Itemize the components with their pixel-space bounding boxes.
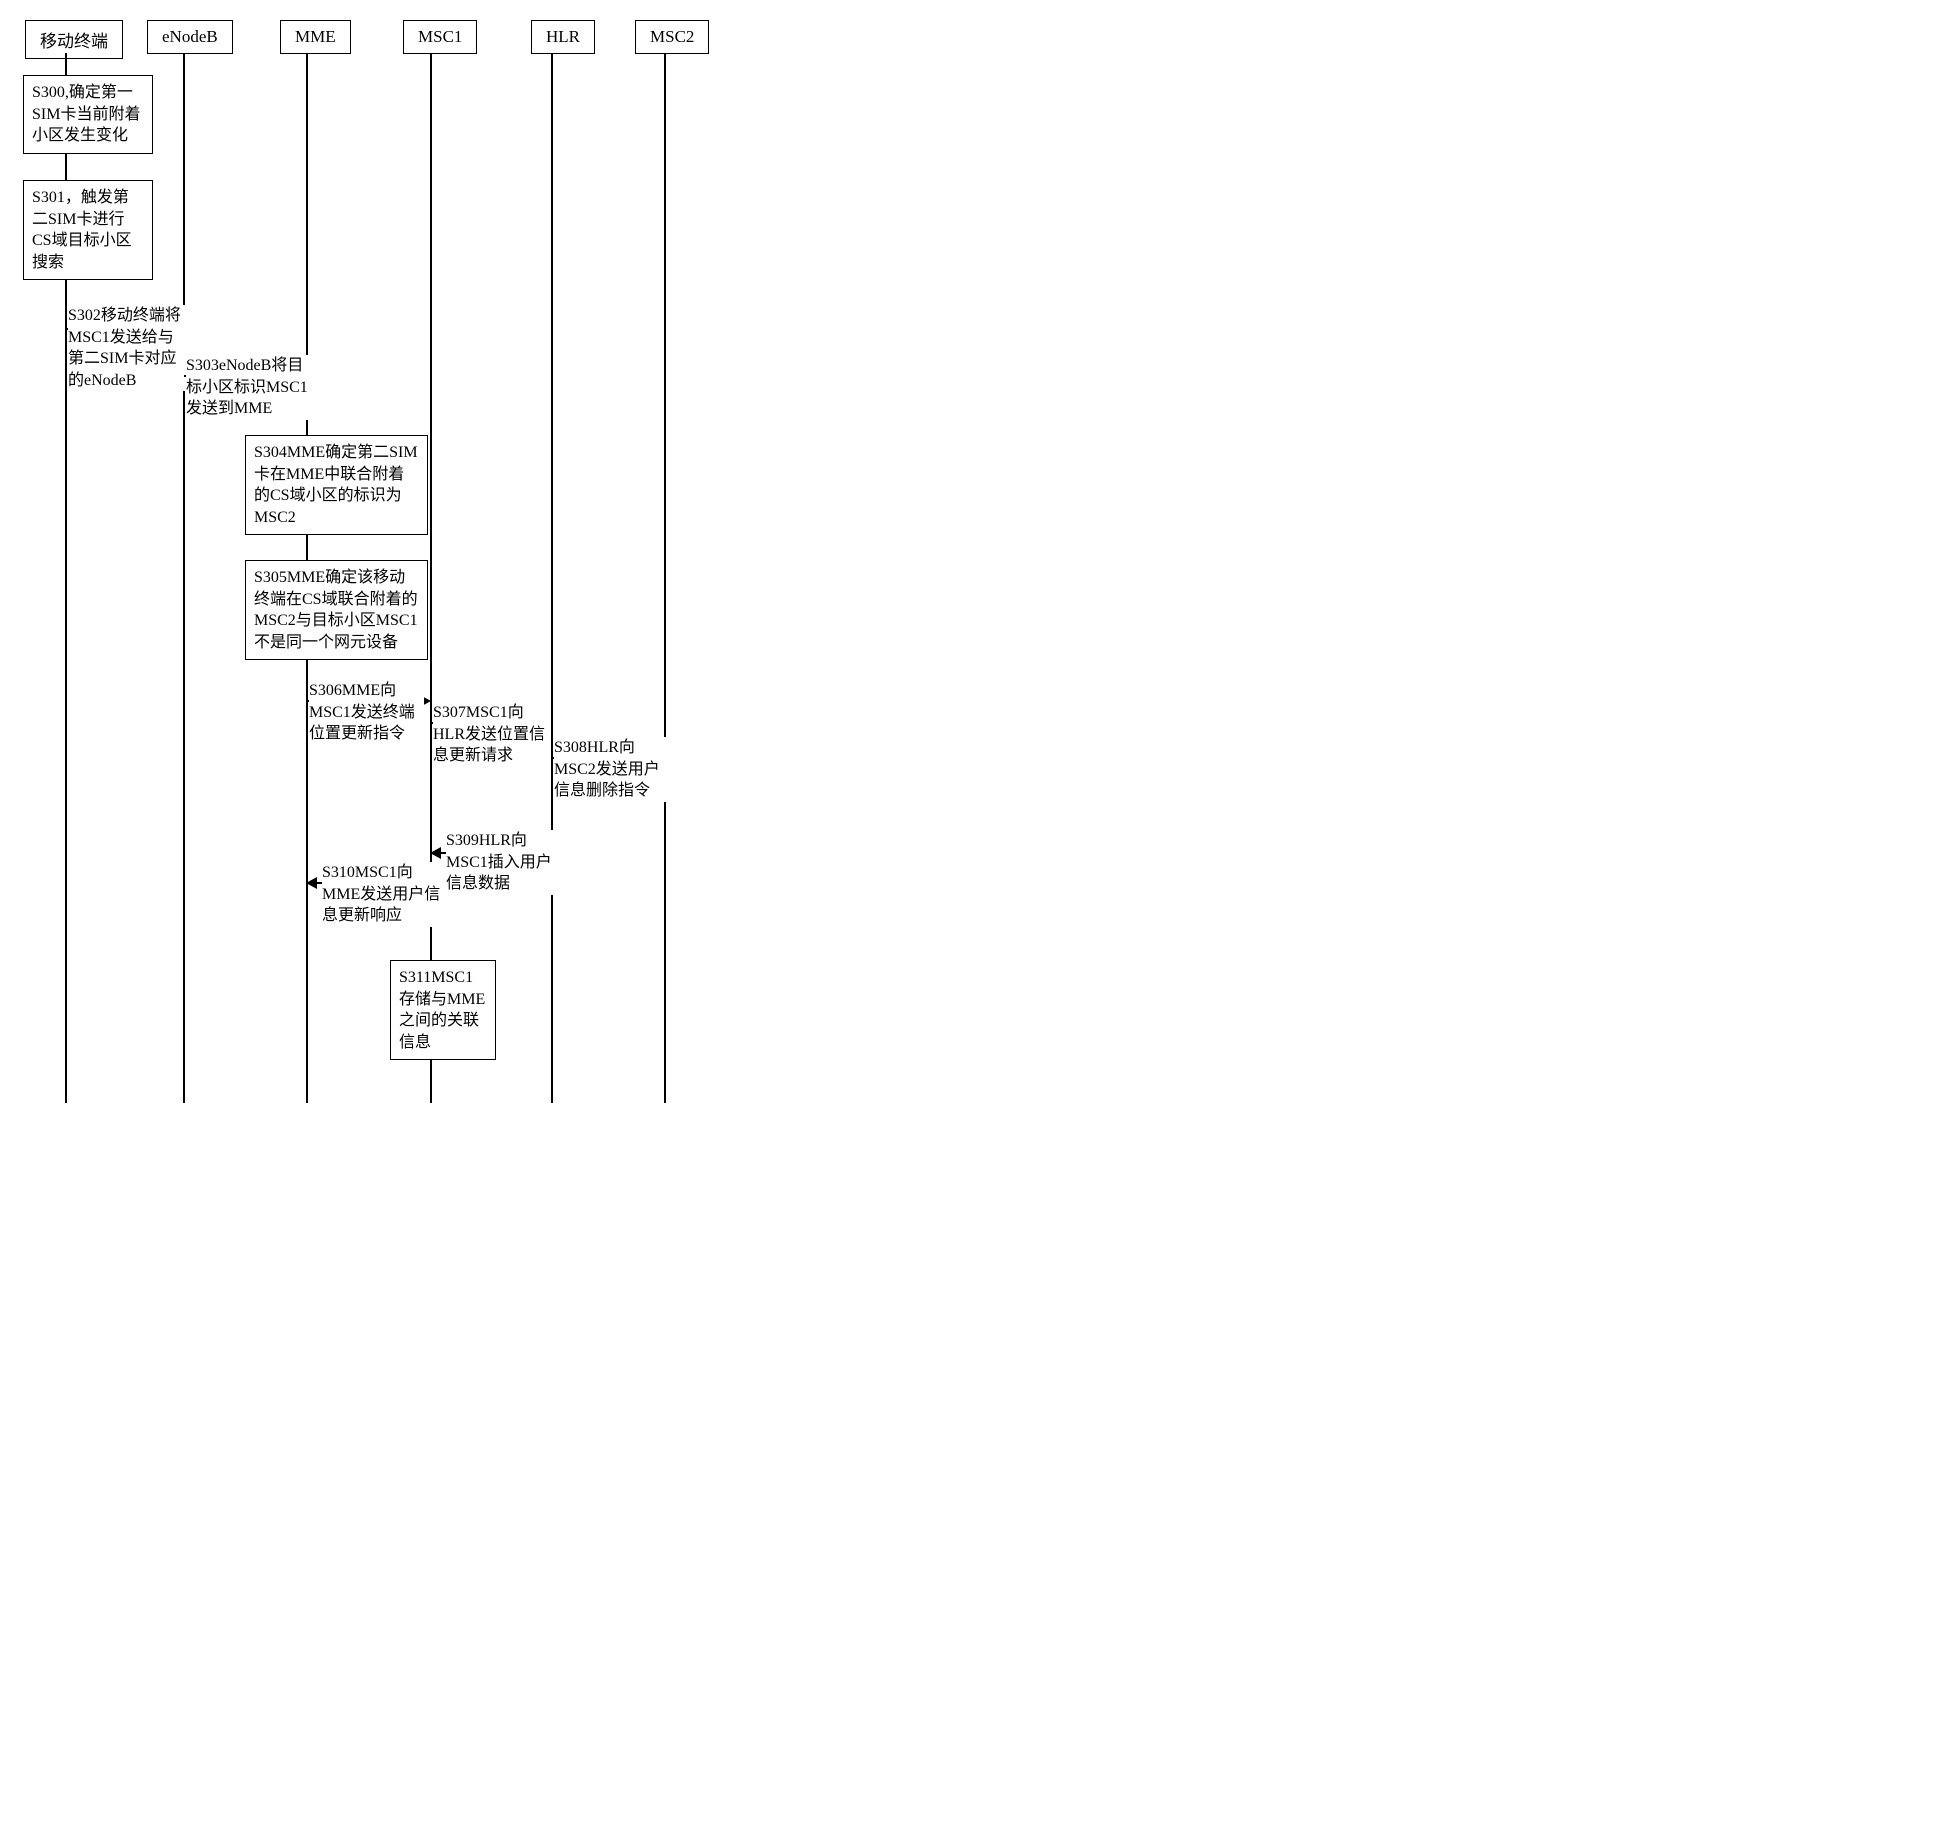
label-s309: S309HLR向MSC1插入用户信息数据: [446, 830, 564, 895]
box-s300: S300,确定第一SIM卡当前附着小区发生变化: [23, 75, 153, 154]
box-s304: S304MME确定第二SIM卡在MME中联合附着的CS域小区的标识为MSC2: [245, 435, 428, 535]
box-s305: S305MME确定该移动终端在CS域联合附着的MSC2与目标小区MSC1不是同一…: [245, 560, 428, 660]
label-s310: S310MSC1向MME发送用户信息更新响应: [322, 862, 444, 927]
participant-msc1: MSC1: [403, 20, 477, 54]
label-s307: S307MSC1向HLR发送位置信息更新请求: [433, 702, 551, 767]
participant-terminal: 移动终端: [25, 20, 123, 59]
participant-mme: MME: [280, 20, 351, 54]
box-s301: S301，触发第二SIM卡进行CS域目标小区搜索: [23, 180, 153, 280]
lifeline-enodeb: [183, 53, 185, 1103]
sequence-diagram: 移动终端 eNodeB MME MSC1 HLR MSC2 S300,确定第一S…: [20, 20, 1170, 1110]
lifeline-hlr: [551, 53, 553, 1103]
participant-enodeb: eNodeB: [147, 20, 233, 54]
label-s306: S306MME向MSC1发送终端位置更新指令: [309, 680, 424, 745]
lifeline-msc2: [664, 53, 666, 1103]
participant-msc2: MSC2: [635, 20, 709, 54]
label-s303: S303eNodeB将目标小区标识MSC1发送到MME: [186, 355, 311, 420]
lifeline-msc1: [430, 53, 432, 1103]
box-s311: S311MSC1存储与MME之间的关联信息: [390, 960, 496, 1060]
participant-hlr: HLR: [531, 20, 595, 54]
label-s308: S308HLR向MSC2发送用户信息删除指令: [554, 737, 672, 802]
label-s302: S302移动终端将MSC1发送给与第二SIM卡对应的eNodeB: [68, 305, 188, 391]
